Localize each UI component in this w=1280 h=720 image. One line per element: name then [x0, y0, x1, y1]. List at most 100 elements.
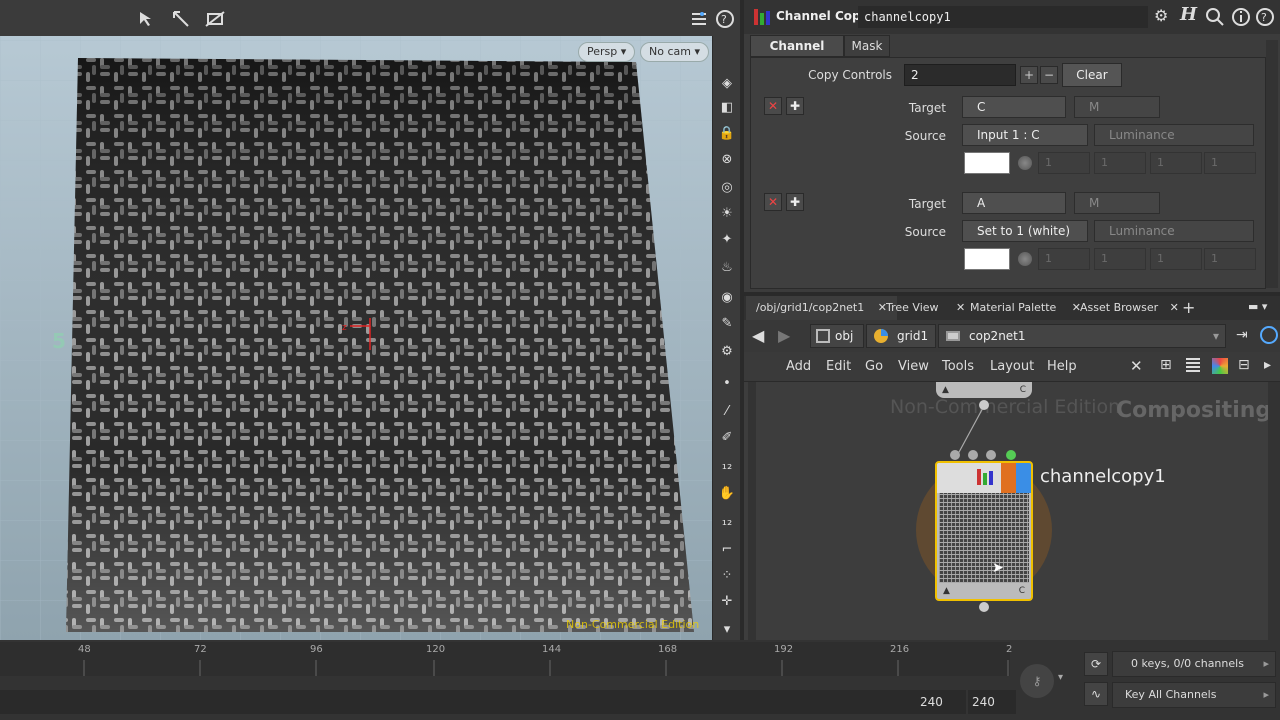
handle-tool-icon[interactable]: [204, 8, 226, 30]
color-swatch-1[interactable]: [964, 152, 1010, 174]
output-connector[interactable]: [979, 602, 989, 612]
menu-view[interactable]: View: [898, 359, 929, 374]
lock-icon[interactable]: 🔒: [717, 124, 737, 144]
gear-icon[interactable]: ⚙: [1154, 6, 1176, 28]
value-field-2a[interactable]: 1: [1038, 248, 1090, 270]
help-icon[interactable]: ?: [1254, 6, 1276, 28]
channelcopy-node[interactable]: ▲ C: [935, 461, 1033, 601]
menu-go[interactable]: Go: [865, 359, 883, 374]
menu-layout[interactable]: Layout: [990, 359, 1034, 374]
network-scrollbar[interactable]: [1268, 382, 1280, 640]
value-field-2c[interactable]: 1: [1150, 248, 1202, 270]
value-field-1d[interactable]: 1: [1204, 152, 1256, 174]
pin-icon[interactable]: ⇥: [1236, 327, 1248, 343]
curve-editor-icon[interactable]: ∿: [1084, 682, 1108, 706]
brush-icon[interactable]: ⁄: [717, 402, 737, 422]
tab-mask[interactable]: Mask: [844, 35, 890, 57]
search-icon[interactable]: [1204, 6, 1226, 28]
add-copy-button[interactable]: +: [1020, 66, 1038, 84]
remove-copy-button[interactable]: −: [1040, 66, 1058, 84]
camera-menu[interactable]: No cam ▾: [640, 42, 709, 62]
source-mode-menu-2[interactable]: Luminance: [1094, 220, 1254, 242]
source-mode-menu-1[interactable]: Luminance: [1094, 124, 1254, 146]
more-icon[interactable]: ▸: [1264, 357, 1271, 373]
keys-info[interactable]: 0 keys, 0/0 channels ▸: [1112, 651, 1276, 677]
menu-help[interactable]: Help: [1047, 359, 1077, 374]
menu-tools[interactable]: Tools: [942, 359, 974, 374]
channel-list-icon[interactable]: ⟳: [1084, 652, 1108, 676]
dot-icon[interactable]: •: [717, 374, 737, 394]
node-name-field[interactable]: channelcopy1: [858, 6, 1148, 28]
key-all-channels-menu[interactable]: Key All Channels ▸: [1112, 682, 1276, 708]
menu-edit[interactable]: Edit: [826, 359, 851, 374]
houdini-help-icon[interactable]: H: [1180, 4, 1202, 26]
display-options-icon[interactable]: [688, 8, 710, 30]
tab-asset-browser[interactable]: Asset Browser ✕: [1070, 296, 1189, 320]
global-end-field[interactable]: 240: [968, 690, 1016, 714]
source-menu-2[interactable]: Set to 1 (white): [962, 220, 1088, 242]
wireframe-icon[interactable]: ✎: [717, 314, 737, 334]
remove-block-1-button[interactable]: ✕: [764, 97, 782, 115]
transform-tool-icon[interactable]: [170, 8, 192, 30]
upstream-output[interactable]: [979, 400, 989, 410]
number-display-2-icon[interactable]: ₁₂: [717, 512, 737, 532]
shading-icon[interactable]: ◉: [717, 288, 737, 308]
value-field-1b[interactable]: 1: [1094, 152, 1146, 174]
light-icon[interactable]: ☀: [717, 204, 737, 224]
wrench-icon[interactable]: ✕: [1130, 357, 1143, 375]
key-menu-icon[interactable]: ▾: [1058, 672, 1063, 683]
headlight-icon[interactable]: ✦: [717, 230, 737, 250]
color-wheel-icon[interactable]: [1018, 156, 1032, 170]
isolate-icon[interactable]: ⊗: [717, 150, 737, 170]
value-field-1c[interactable]: 1: [1150, 152, 1202, 174]
value-field-2b[interactable]: 1: [1094, 248, 1146, 270]
snap-icon[interactable]: ◧: [717, 98, 737, 118]
scatter-icon[interactable]: ⁘: [717, 566, 737, 586]
collapse-icon[interactable]: ▾: [717, 620, 737, 640]
forward-arrow-icon[interactable]: ▶: [778, 326, 790, 345]
number-display-icon[interactable]: ₁₂: [717, 456, 737, 476]
color-wheel-icon[interactable]: [1018, 252, 1032, 266]
display-mode-icon[interactable]: ◈: [717, 74, 737, 94]
select-tool-icon[interactable]: [134, 8, 156, 30]
camera-view-icon[interactable]: ◎: [717, 178, 737, 198]
palette-icon[interactable]: [1212, 358, 1228, 374]
target-m-menu-1[interactable]: M: [1074, 96, 1160, 118]
list-icon[interactable]: [1186, 358, 1200, 374]
value-field-2d[interactable]: 1: [1204, 248, 1256, 270]
scene-viewport[interactable]: z 5 Non-Commercial Edition Persp ▾ No ca…: [0, 0, 712, 640]
upstream-node[interactable]: ▲ C: [936, 382, 1032, 398]
input-connector[interactable]: [950, 450, 960, 460]
points-icon[interactable]: ⚙: [717, 342, 737, 362]
path-cop2net1[interactable]: cop2net1 ▾: [938, 324, 1226, 348]
insert-block-1-button[interactable]: ✚: [786, 97, 804, 115]
help-icon[interactable]: ?: [714, 8, 736, 30]
menu-add[interactable]: Add: [786, 359, 811, 374]
info-icon[interactable]: [1230, 6, 1252, 28]
end-frame-field[interactable]: 240: [914, 690, 966, 714]
color-swatch-2[interactable]: [964, 248, 1010, 270]
clear-button[interactable]: Clear: [1062, 63, 1122, 87]
target-menu-1[interactable]: C: [962, 96, 1066, 118]
lighting-mode-icon[interactable]: ♨: [717, 258, 737, 278]
perspective-menu[interactable]: Persp ▾: [578, 42, 636, 62]
param-scrollbar[interactable]: [1266, 40, 1278, 288]
value-field-1a[interactable]: 1: [1038, 152, 1090, 174]
tree-icon[interactable]: ⊞: [1160, 357, 1172, 373]
tab-network-path[interactable]: /obj/grid1/cop2net1 ✕: [746, 296, 897, 320]
insert-block-2-button[interactable]: ✚: [786, 193, 804, 211]
close-icon[interactable]: ✕: [1170, 301, 1179, 314]
target-m-menu-2[interactable]: M: [1074, 192, 1160, 214]
copy-controls-field[interactable]: 2: [904, 64, 1016, 86]
curve-icon[interactable]: ⌐: [717, 540, 737, 560]
hand-icon[interactable]: ✋: [717, 484, 737, 504]
paint-icon[interactable]: ✐: [717, 428, 737, 448]
add-tab-icon[interactable]: +: [1182, 298, 1195, 317]
input-connector[interactable]: [986, 450, 996, 460]
target-menu-2[interactable]: A: [962, 192, 1066, 214]
pane-menu-icon[interactable]: ▬ ▾: [1248, 300, 1267, 313]
remove-block-2-button[interactable]: ✕: [764, 193, 782, 211]
link-icon[interactable]: [1260, 326, 1278, 344]
input-connector[interactable]: [1006, 450, 1016, 460]
input-connector[interactable]: [968, 450, 978, 460]
